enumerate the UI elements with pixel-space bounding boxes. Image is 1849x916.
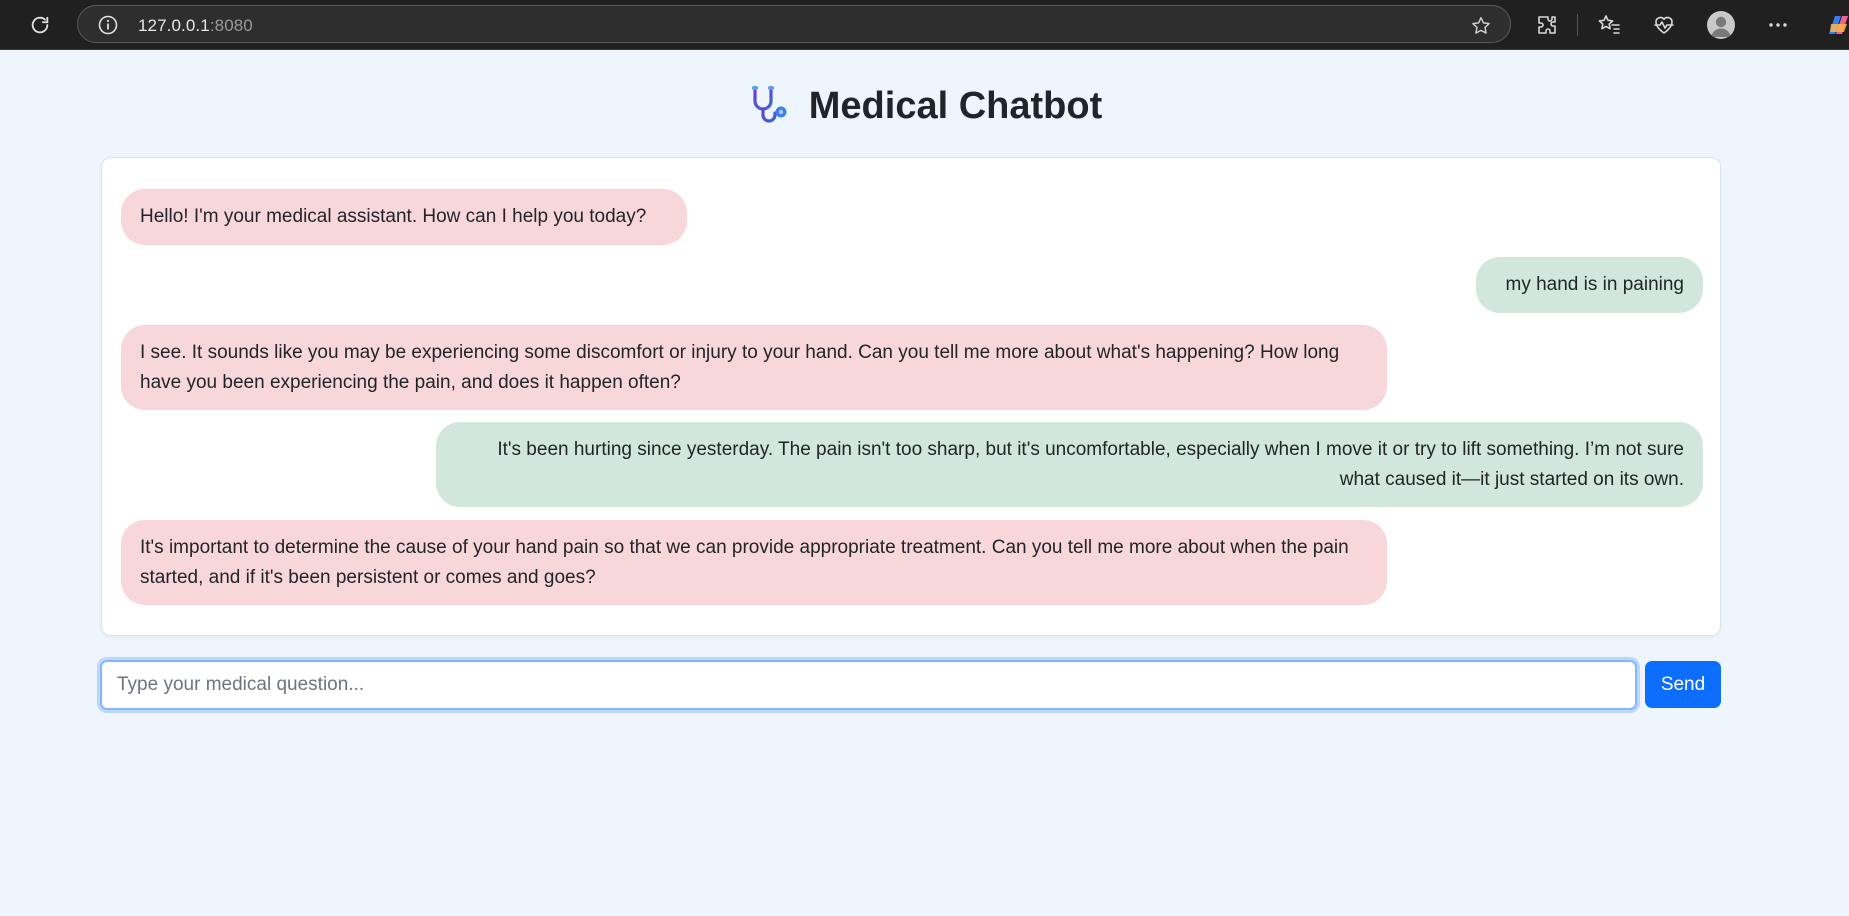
- reload-icon[interactable]: [26, 12, 54, 38]
- page-header: Medical Chatbot: [0, 80, 1849, 132]
- favorite-star-icon[interactable]: [1470, 15, 1492, 37]
- address-bar[interactable]: 127.0.0.1:8080: [77, 5, 1511, 43]
- more-icon[interactable]: [1764, 11, 1792, 39]
- profile-avatar[interactable]: [1707, 11, 1735, 39]
- extensions-icon[interactable]: [1533, 11, 1561, 39]
- bot-message: Hello! I'm your medical assistant. How c…: [121, 189, 687, 245]
- url-port: :8080: [209, 16, 253, 35]
- user-message: It's been hurting since yesterday. The p…: [436, 422, 1703, 507]
- chat-window[interactable]: Hello! I'm your medical assistant. How c…: [101, 157, 1721, 636]
- page-title: Medical Chatbot: [808, 84, 1103, 127]
- send-button[interactable]: Send: [1645, 661, 1721, 708]
- stethoscope-icon: [751, 86, 787, 123]
- copilot-icon[interactable]: [1823, 10, 1849, 40]
- message-input[interactable]: [100, 660, 1637, 710]
- health-icon[interactable]: [1650, 11, 1678, 39]
- browser-toolbar: 127.0.0.1:8080: [0, 0, 1849, 50]
- url-text[interactable]: 127.0.0.1:8080: [138, 16, 253, 36]
- bot-message: I see. It sounds like you may be experie…: [121, 325, 1387, 410]
- favorites-icon[interactable]: [1595, 11, 1623, 39]
- toolbar-divider: [1577, 14, 1578, 36]
- url-host: 127.0.0.1: [138, 16, 210, 35]
- bot-message: It's important to determine the cause of…: [121, 520, 1387, 605]
- user-message: my hand is in paining: [1476, 257, 1703, 313]
- site-info-icon[interactable]: [98, 15, 118, 35]
